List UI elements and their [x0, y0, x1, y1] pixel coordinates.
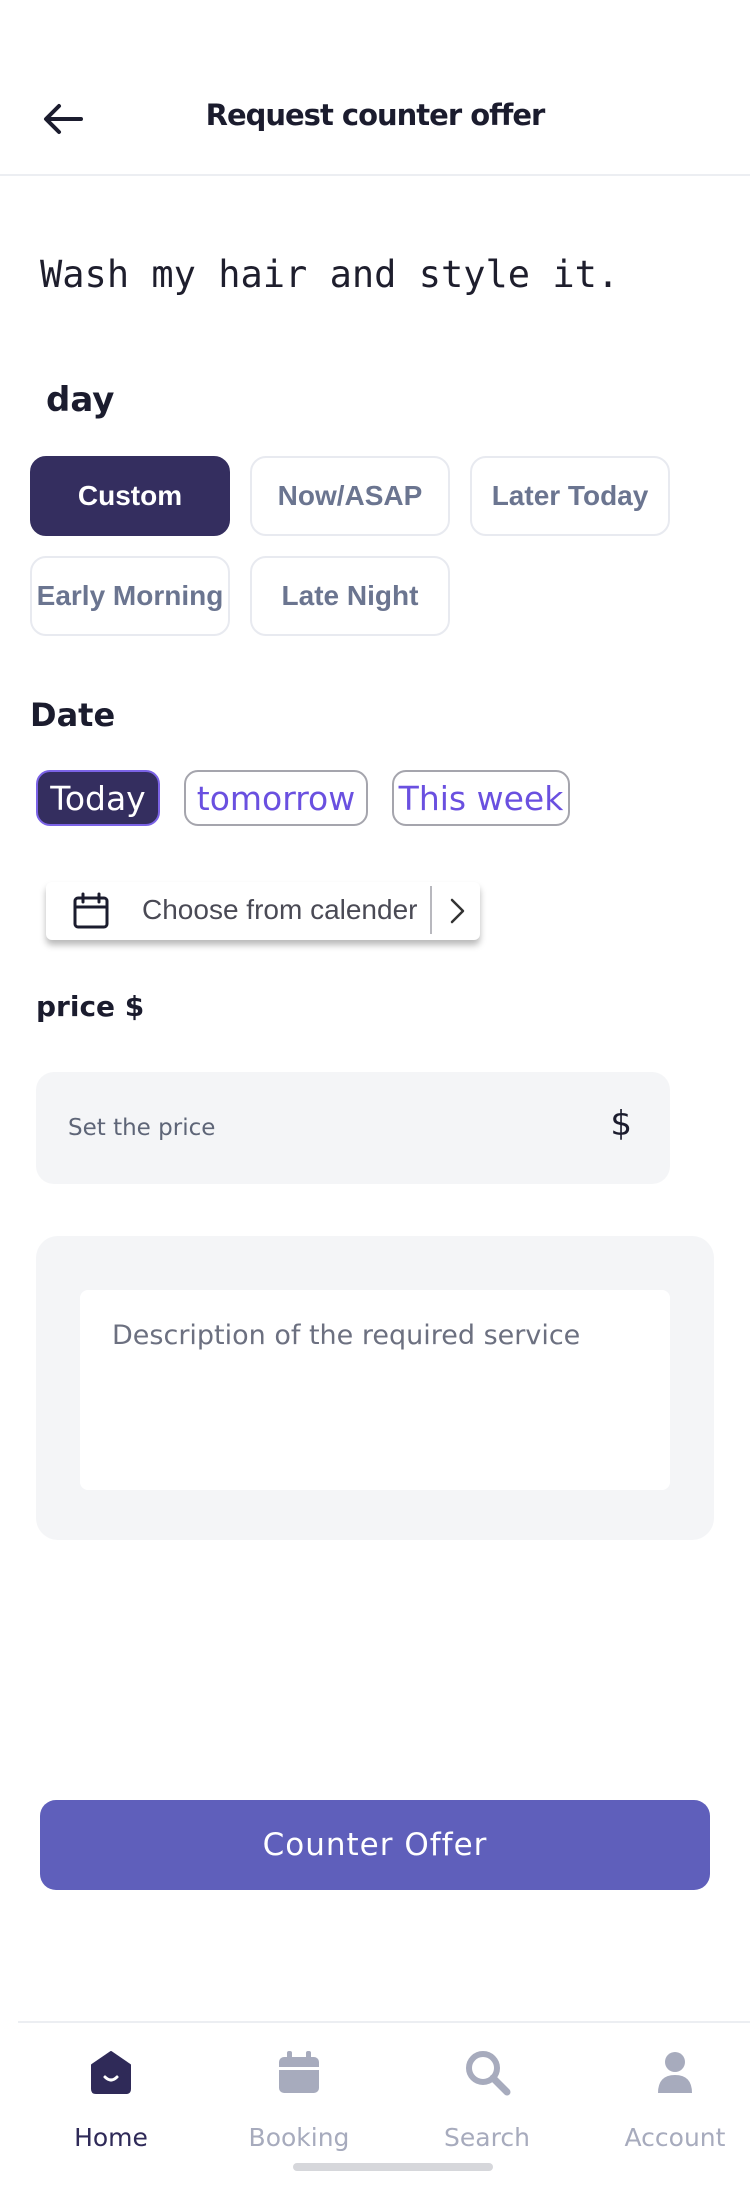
user-icon [658, 2052, 692, 2093]
tab-search[interactable]: Search [412, 2033, 562, 2163]
date-option-tomorrow[interactable]: tomorrow [184, 770, 368, 826]
page-title: Request counter offer [205, 98, 546, 132]
price-label: price $ [36, 990, 145, 1023]
day-option-later-today[interactable]: Later Today [470, 456, 670, 536]
app-header: Request counter offer [0, 0, 750, 176]
tab-account[interactable]: Account [600, 2033, 750, 2163]
chevron-right-icon [450, 898, 465, 924]
price-field[interactable]: $ [36, 1072, 670, 1184]
day-option-custom[interactable]: Custom [30, 456, 230, 536]
calendar-icon [73, 892, 109, 929]
calendar-button-label: Choose from calender [142, 894, 418, 925]
day-option-early-morning[interactable]: Early Morning [30, 556, 230, 636]
divider [430, 886, 432, 934]
date-section-label: Date [30, 696, 116, 734]
search-icon [466, 2051, 511, 2096]
price-input[interactable] [68, 1108, 568, 1148]
home-icon [91, 2051, 131, 2094]
day-section-label: day [46, 380, 115, 420]
tab-label-search: Search [444, 2123, 530, 2152]
currency-symbol: $ [610, 1104, 632, 1144]
date-option-this-week[interactable]: This week [392, 770, 570, 826]
tab-label-account: Account [624, 2123, 726, 2152]
tab-label-home: Home [74, 2123, 148, 2152]
choose-calendar-button[interactable]: Choose from calender [46, 882, 480, 940]
description-container [36, 1236, 714, 1540]
service-title: Wash my hair and style it. [40, 253, 620, 296]
description-input[interactable] [80, 1290, 670, 1490]
tab-label-booking: Booking [248, 2123, 350, 2152]
calendar-icon [279, 2051, 319, 2093]
day-option-late-night[interactable]: Late Night [250, 556, 450, 636]
counter-offer-button[interactable]: Counter Offer [40, 1800, 710, 1890]
tab-booking[interactable]: Booking [224, 2033, 374, 2163]
day-option-now-asap[interactable]: Now/ASAP [250, 456, 450, 536]
tab-home[interactable]: Home [36, 2033, 186, 2163]
home-indicator [293, 2163, 493, 2171]
date-option-today[interactable]: Today [36, 770, 160, 826]
